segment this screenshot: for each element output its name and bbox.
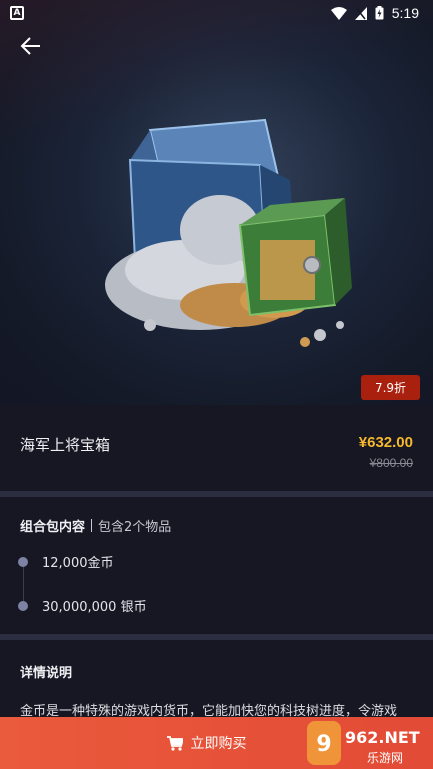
status-bar: A 5:19 [0, 0, 433, 26]
notification-a-icon: A [10, 6, 24, 20]
bundle-item-count: 包含2个物品 [98, 520, 172, 535]
buy-now-label: 立即购买 [190, 736, 247, 752]
hero-image-area [0, 0, 433, 405]
bundle-item: 30,000,000 银币 [18, 596, 147, 615]
discount-badge: 7.9折 [361, 375, 420, 400]
bundle-item-label: 12,000金币 [42, 556, 114, 571]
bullet-dot-icon [18, 556, 28, 567]
section-divider [0, 491, 433, 497]
battery-charging-icon [375, 6, 384, 20]
bullet-dot-icon [18, 600, 28, 611]
product-title-row: 海军上将宝箱 ¥632.00 ¥800.00 [0, 420, 433, 490]
details-title: 详情说明 [20, 666, 73, 681]
svg-text:乐游网: 乐游网 [367, 751, 403, 765]
status-time: 5:19 [391, 5, 419, 21]
bundle-contents-section: 组合包内容 包含2个物品 12,000金币 30,000,000 银币 [0, 500, 433, 634]
product-name: 海军上将宝箱 [20, 436, 111, 454]
bundle-item: 12,000金币 [18, 552, 114, 571]
wifi-icon [330, 6, 347, 20]
bundle-header: 组合包内容 包含2个物品 [20, 516, 171, 535]
shopping-cart-icon [166, 735, 183, 751]
svg-text:9: 9 [316, 732, 331, 757]
arrow-left-icon [20, 37, 40, 55]
signal-icon [354, 6, 367, 20]
bundle-separator [91, 519, 93, 532]
original-price: ¥800.00 [369, 456, 413, 470]
svg-text:962.NET: 962.NET [345, 728, 420, 747]
back-button[interactable] [18, 34, 46, 58]
site-watermark-logo: 9 962.NET 乐游网 [307, 721, 420, 765]
treasure-chest-image [105, 118, 352, 347]
bundle-title: 组合包内容 [20, 520, 86, 535]
bundle-item-label: 30,000,000 银币 [42, 600, 147, 615]
current-price: ¥632.00 [358, 434, 413, 451]
